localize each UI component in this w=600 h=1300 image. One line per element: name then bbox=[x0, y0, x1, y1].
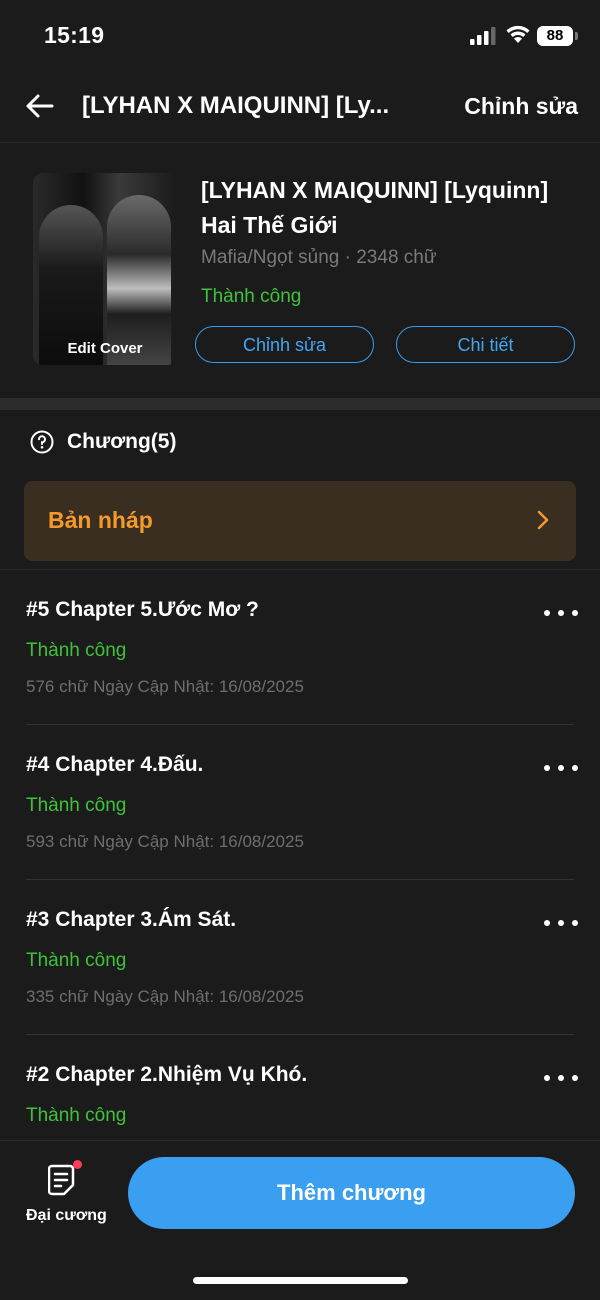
outline-label[interactable]: Đại cương bbox=[26, 1207, 107, 1225]
chapter-meta: 335 chữ Ngày Cập Nhật: 16/08/2025 bbox=[26, 987, 304, 1006]
chapter-title: #5 Chapter 5.Ước Mơ ? bbox=[26, 598, 259, 621]
status-bar: 15:19 88 bbox=[0, 0, 600, 70]
home-indicator bbox=[193, 1277, 408, 1284]
chapter-title: #2 Chapter 2.Nhiệm Vụ Khó. bbox=[26, 1063, 308, 1086]
notification-dot bbox=[73, 1160, 82, 1169]
more-dots-icon[interactable] bbox=[544, 918, 578, 928]
book-meta: Mafia/Ngọt sủng · 2348 chữ bbox=[201, 247, 437, 268]
book-cover[interactable]: Edit Cover bbox=[33, 173, 177, 365]
bottom-bar: Đại cương Thêm chương bbox=[0, 1140, 600, 1300]
draft-row[interactable]: Bản nháp bbox=[24, 481, 576, 561]
nav-title: [LYHAN X MAIQUINN] [Ly... bbox=[82, 92, 390, 119]
add-chapter-button[interactable]: Thêm chương bbox=[128, 1157, 575, 1229]
chapter-meta: 593 chữ Ngày Cập Nhật: 16/08/2025 bbox=[26, 832, 304, 851]
chapter-title: #4 Chapter 4.Đấu. bbox=[26, 753, 204, 776]
more-dots-icon[interactable] bbox=[544, 763, 578, 773]
outline-document-icon[interactable] bbox=[48, 1163, 78, 1197]
chapter-status: Thành công bbox=[26, 640, 127, 661]
chapter-item[interactable]: #3 Chapter 3.Ám Sát. Thành công 335 chữ … bbox=[0, 880, 600, 1035]
chapter-status: Thành công bbox=[26, 950, 127, 971]
book-status: Thành công bbox=[201, 286, 302, 307]
draft-label: Bản nháp bbox=[48, 507, 153, 533]
status-time: 15:19 bbox=[44, 22, 105, 48]
chapter-item[interactable]: #5 Chapter 5.Ước Mơ ? Thành công 576 chữ… bbox=[0, 570, 600, 725]
more-dots-icon[interactable] bbox=[544, 608, 578, 618]
chapter-status: Thành công bbox=[26, 795, 127, 816]
chapter-meta: 576 chữ Ngày Cập Nhật: 16/08/2025 bbox=[26, 677, 304, 696]
section-divider bbox=[0, 398, 600, 410]
edit-cover-label: Edit Cover bbox=[67, 340, 143, 357]
chapters-header: Chương(5) bbox=[0, 410, 600, 474]
signal-icon bbox=[470, 27, 496, 45]
chevron-right-icon bbox=[537, 510, 549, 530]
chapter-status: Thành công bbox=[26, 1105, 127, 1126]
chapter-item[interactable]: #4 Chapter 4.Đấu. Thành công 593 chữ Ngà… bbox=[0, 725, 600, 880]
back-arrow-icon[interactable] bbox=[24, 90, 56, 122]
book-title: [LYHAN X MAIQUINN] [Lyquinn] Hai Thế Giớ… bbox=[201, 177, 549, 238]
wifi-icon bbox=[506, 25, 530, 43]
chapter-title: #3 Chapter 3.Ám Sát. bbox=[26, 908, 237, 931]
nav-bar: [LYHAN X MAIQUINN] [Ly... Chỉnh sửa bbox=[0, 70, 600, 143]
detail-button[interactable]: Chi tiết bbox=[396, 326, 575, 363]
more-dots-icon[interactable] bbox=[544, 1073, 578, 1083]
book-header: Edit Cover [LYHAN X MAIQUINN] [Lyquinn] … bbox=[0, 143, 600, 398]
battery-icon: 88 bbox=[537, 26, 573, 46]
help-circle-icon[interactable] bbox=[30, 430, 54, 454]
battery-tip bbox=[575, 32, 578, 40]
edit-story-button[interactable]: Chỉnh sửa bbox=[464, 93, 578, 120]
chapter-count: Chương(5) bbox=[67, 430, 177, 453]
edit-info-button[interactable]: Chỉnh sửa bbox=[195, 326, 374, 363]
